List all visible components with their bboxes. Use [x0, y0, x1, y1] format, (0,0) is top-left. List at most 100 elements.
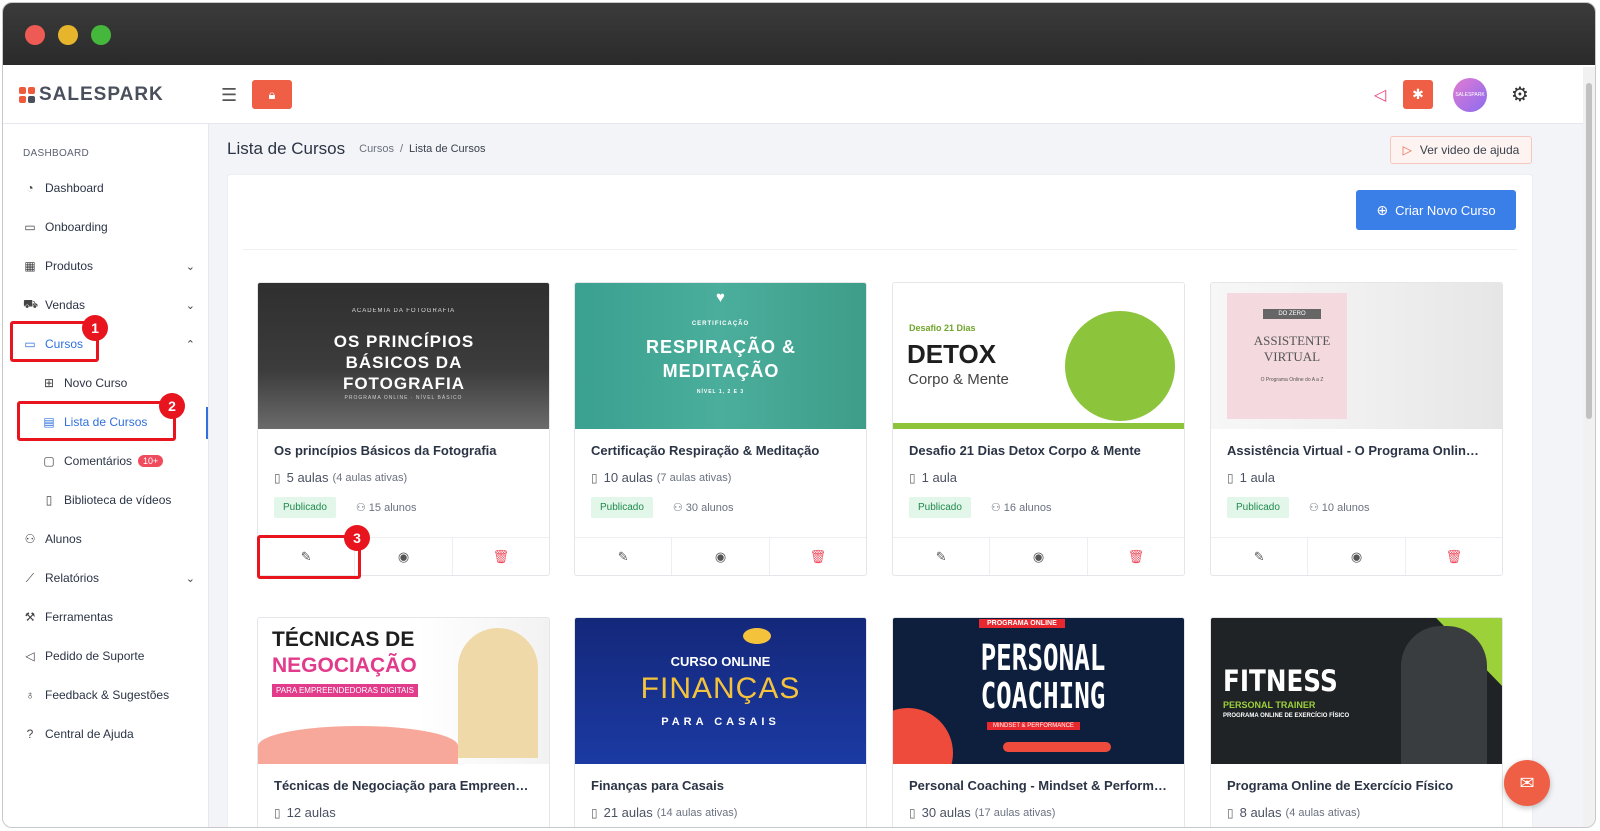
- users-icon: ⚇: [990, 502, 1001, 514]
- sidebar-item-ferramentas[interactable]: ⚒ Ferramentas: [3, 606, 209, 628]
- sidebar-item-vendas[interactable]: ⛟ Vendas ⌄: [3, 294, 209, 316]
- delete-course-button[interactable]: 🗑︎: [1088, 538, 1184, 575]
- course-cover[interactable]: TÉCNICAS DE NEGOCIAÇÃO PARA EMPREENDEDOR…: [258, 618, 549, 764]
- view-course-button[interactable]: ◉: [1308, 538, 1406, 575]
- scrollbar-thumb[interactable]: [1586, 83, 1592, 419]
- course-title[interactable]: Desafio 21 Dias Detox Corpo & Mente: [909, 443, 1168, 458]
- bug-report-button[interactable]: ✱: [1403, 80, 1433, 109]
- view-course-button[interactable]: ◉: [990, 538, 1088, 575]
- cover-decoration: [1401, 626, 1487, 764]
- logo-text: SALESPARK: [39, 84, 164, 105]
- book-icon: ▯: [909, 470, 916, 485]
- sidebar-item-novo-curso[interactable]: ⊞ Novo Curso: [3, 372, 209, 394]
- course-title[interactable]: Certificação Respiração & Meditação: [591, 443, 850, 458]
- sidebar-item-dashboard[interactable]: ◔ Dashboard: [3, 177, 209, 199]
- settings-button[interactable]: ⚙: [1508, 80, 1532, 109]
- edit-course-button[interactable]: ✎: [893, 538, 991, 575]
- chat-button[interactable]: ✉: [1504, 760, 1550, 806]
- step-number-badge: 3: [344, 525, 370, 551]
- chevron-up-icon: ⌃: [185, 338, 195, 351]
- comment-icon: ▢: [43, 454, 55, 468]
- course-cover[interactable]: CURSO ONLINE FINANÇAS PARA CASAIS: [575, 618, 866, 764]
- bug-icon: ✱: [1412, 86, 1424, 102]
- course-cover[interactable]: DO ZERO ASSISTENTE VIRTUAL O Programa On…: [1211, 283, 1502, 429]
- lock-button[interactable]: 🔒︎: [252, 80, 292, 109]
- course-title[interactable]: Técnicas de Negociação para Empreended..…: [274, 778, 533, 793]
- course-cover[interactable]: Desafio 21 Dias DETOX Corpo & Mente: [893, 283, 1184, 429]
- coin-icon: [743, 628, 771, 644]
- status-badge: Publicado: [909, 497, 971, 518]
- close-window-button[interactable]: [25, 25, 45, 45]
- page-header: Lista de Cursos Cursos / Lista de Cursos: [227, 137, 485, 161]
- maximize-window-button[interactable]: [91, 25, 111, 45]
- comments-count-badge: 10+: [138, 455, 164, 467]
- course-title[interactable]: Finanças para Casais: [591, 778, 850, 793]
- bulb-icon: ♁: [25, 688, 35, 702]
- window-titlebar: [3, 3, 1595, 65]
- edit-course-button[interactable]: ✎: [1211, 538, 1309, 575]
- cover-decoration: [1003, 742, 1111, 752]
- highlight-box: [17, 401, 176, 441]
- sidebar-item-relatorios[interactable]: ⟋ Relatórios ⌄: [3, 567, 209, 589]
- sidebar-item-feedback[interactable]: ♁ Feedback & Sugestões: [3, 684, 209, 706]
- course-title[interactable]: Programa Online de Exercício Físico: [1227, 778, 1486, 793]
- eye-icon: ◉: [1350, 548, 1363, 564]
- edit-course-button[interactable]: ✎: [575, 538, 673, 575]
- book-icon: ▯: [45, 493, 53, 507]
- sidebar-heading: DASHBOARD: [23, 148, 90, 159]
- video-icon: ▭: [24, 220, 36, 234]
- cover-decoration: [893, 708, 953, 764]
- sidebar-item-comentarios[interactable]: ▢ Comentários 10+: [3, 450, 209, 472]
- trash-icon: 🗑︎: [1127, 548, 1145, 564]
- status-badge: Publicado: [1227, 497, 1289, 518]
- users-icon: ⚇: [1308, 502, 1319, 514]
- sidebar-item-alunos[interactable]: ⚇ Alunos: [3, 528, 209, 550]
- status-badge: Publicado: [591, 497, 653, 518]
- book-icon: ▯: [1227, 470, 1234, 485]
- sidebar-item-onboarding[interactable]: ▭ Onboarding: [3, 216, 209, 238]
- status-badge: Publicado: [274, 497, 336, 518]
- chat-icon: ✉: [1519, 772, 1535, 793]
- minimize-window-button[interactable]: [58, 25, 78, 45]
- chevron-down-icon: ⌄: [185, 299, 195, 312]
- course-card: PROGRAMA ONLINE PERSONAL COACHING MINDSE…: [892, 617, 1185, 827]
- view-course-button[interactable]: ◉: [355, 538, 453, 575]
- menu-toggle-icon[interactable]: ☰: [221, 85, 237, 106]
- logo[interactable]: SALESPARK: [19, 84, 164, 105]
- delete-course-button[interactable]: 🗑︎: [453, 538, 549, 575]
- sidebar-item-biblioteca-de-videos[interactable]: ▯ Biblioteca de vídeos: [3, 489, 209, 511]
- breadcrumb-cursos[interactable]: Cursos: [359, 143, 394, 155]
- view-course-button[interactable]: ◉: [672, 538, 770, 575]
- sidebar-item-produtos[interactable]: ▦ Produtos ⌄: [3, 255, 209, 277]
- avatar[interactable]: SALESPARK: [1453, 78, 1487, 112]
- cover-decoration: [1065, 311, 1175, 421]
- book-icon: ▯: [591, 470, 598, 485]
- create-course-button[interactable]: ⊕ Criar Novo Curso: [1356, 190, 1516, 230]
- chevron-down-icon: ⌄: [185, 572, 195, 585]
- delete-course-button[interactable]: 🗑︎: [1406, 538, 1502, 575]
- step-number-badge: 1: [82, 315, 108, 341]
- course-cover[interactable]: PROGRAMA ONLINE PERSONAL COACHING MINDSE…: [893, 618, 1184, 764]
- help-video-button[interactable]: ▷ Ver video de ajuda: [1390, 136, 1532, 164]
- megaphone-icon: ◁: [1373, 86, 1387, 104]
- heart-icon: ♥: [716, 289, 725, 306]
- course-card: DO ZERO ASSISTENTE VIRTUAL O Programa On…: [1210, 282, 1503, 576]
- course-title[interactable]: Assistência Virtual - O Programa Online …: [1227, 443, 1486, 458]
- sidebar-item-central-de-ajuda[interactable]: ? Central de Ajuda: [3, 723, 209, 745]
- play-circle-icon: ▷: [1402, 143, 1412, 157]
- scrollbar[interactable]: [1583, 67, 1595, 827]
- course-cover[interactable]: ♥ CERTIFICAÇÃO RESPIRAÇÃO & MEDITAÇÃO NÍ…: [575, 283, 866, 429]
- trash-icon: 🗑︎: [492, 548, 510, 564]
- sidebar-item-pedido-de-suporte[interactable]: ◁ Pedido de Suporte: [3, 645, 209, 667]
- course-cover[interactable]: ACADEMIA DA FOTOGRAFIA OS PRINCÍPIOS BÁS…: [258, 283, 549, 429]
- course-card: FITNESS PERSONAL TRAINER PROGRAMA ONLINE…: [1210, 617, 1503, 827]
- course-title[interactable]: Os princípios Básicos da Fotografia: [274, 443, 533, 458]
- course-title[interactable]: Personal Coaching - Mindset & Performan.…: [909, 778, 1168, 793]
- eye-icon: ◉: [397, 548, 410, 564]
- delete-course-button[interactable]: 🗑︎: [770, 538, 866, 575]
- course-cover[interactable]: FITNESS PERSONAL TRAINER PROGRAMA ONLINE…: [1211, 618, 1502, 764]
- wrench-icon: ⚒: [24, 610, 36, 624]
- cover-decoration: [458, 628, 538, 758]
- users-icon: ⚇: [24, 532, 36, 546]
- announcements-button[interactable]: ◁: [1365, 80, 1395, 109]
